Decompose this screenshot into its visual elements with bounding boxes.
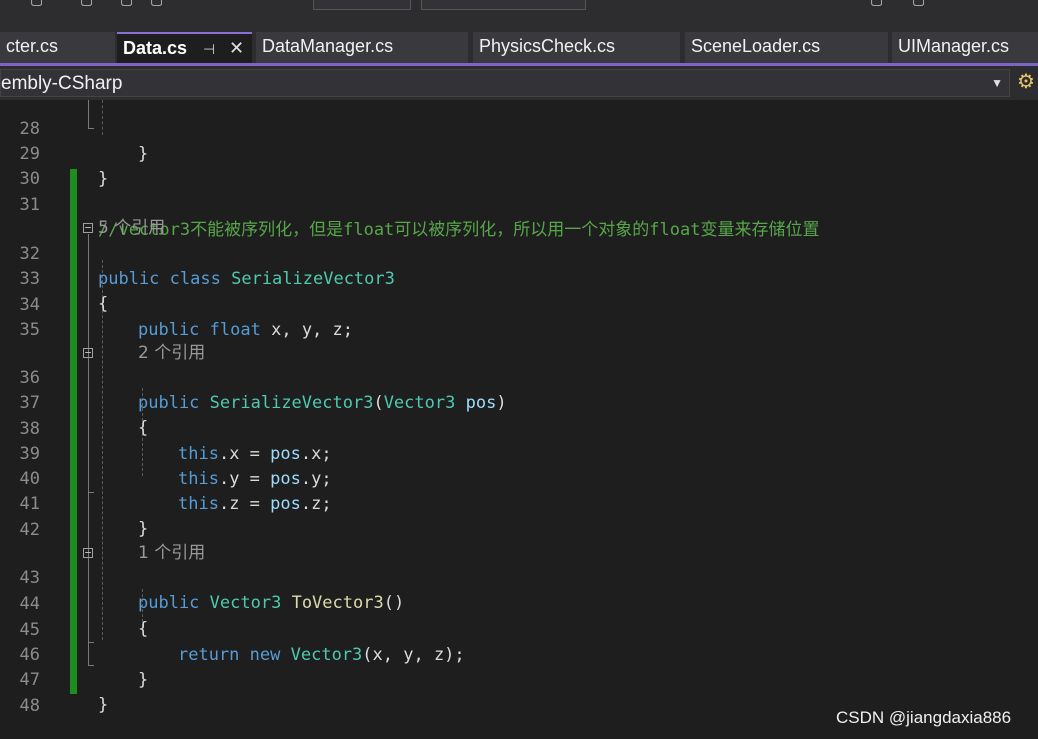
code-line[interactable]: 40 this.z = pos.z; (0, 442, 1038, 514)
tab-sceneloader[interactable]: SceneLoader.cs (685, 32, 888, 63)
tab-label: SceneLoader.cs (691, 36, 821, 56)
tab-label: cter.cs (6, 36, 59, 56)
code-line[interactable]: 37 { (0, 366, 1038, 438)
platform-dropdown[interactable] (421, 0, 586, 10)
navigation-bar: embly-CSharp ▼ ⚙ (0, 66, 1038, 100)
code-line[interactable]: 34 public float x, y, z; (0, 268, 1038, 340)
code-line[interactable]: 33 { (0, 242, 1038, 314)
toolbar: ▢ ▢ ▢ ▢ ▢ ▢ (0, 0, 1038, 10)
code-line[interactable]: 30 (0, 142, 1038, 189)
code-line[interactable]: 38 this.x = pos.x; (0, 392, 1038, 464)
code-editor[interactable]: − − − 28 } 29 } 30 31 //vector3不能被序列化，但是… (0, 100, 1038, 739)
tab-datamanager[interactable]: DataManager.cs (256, 32, 468, 63)
code-line[interactable]: 42 (0, 493, 1038, 540)
toolbar-icon[interactable]: ▢ (870, 0, 883, 8)
code-line[interactable]: 35 (0, 293, 1038, 340)
codelens-line[interactable]: 1 个引用 (0, 516, 1038, 563)
line-number: 48 (19, 696, 40, 716)
tab-label: Data.cs (123, 38, 188, 58)
code-text: } (98, 695, 109, 715)
close-icon[interactable]: ✕ (229, 34, 244, 63)
code-line[interactable]: 46 } (0, 618, 1038, 690)
code-line[interactable]: 45 return new Vector3(x, y, z); (0, 593, 1038, 665)
code-line[interactable]: 32 public class SerializeVector3 (0, 217, 1038, 289)
codelens-line[interactable]: 2 个引用 (0, 316, 1038, 363)
toolbar-icon[interactable]: ▢ (80, 0, 93, 8)
code-line[interactable]: 41 } (0, 467, 1038, 539)
code-line[interactable]: 31 //vector3不能被序列化，但是float可以被序列化，所以用一个对象… (0, 168, 1038, 240)
toolbar-icon[interactable]: ▢ (30, 0, 43, 8)
watermark: CSDN @jiangdaxia886 (836, 708, 1012, 727)
code-line[interactable]: 48 (0, 669, 1038, 716)
code-line[interactable]: 28 } (0, 100, 1038, 164)
tab-data[interactable]: Data.cs ⊣ ✕ (117, 32, 252, 63)
code-line[interactable]: 47 } (0, 643, 1038, 715)
project-name: embly-CSharp (1, 73, 123, 94)
code-line[interactable]: 39 this.y = pos.y; (0, 417, 1038, 489)
tab-physicscheck[interactable]: PhysicsCheck.cs (473, 32, 680, 63)
toolbar-icon[interactable]: ▢ (912, 0, 925, 8)
project-dropdown[interactable]: embly-CSharp ▼ (0, 69, 1010, 97)
save-all-icon[interactable]: ▢ (150, 0, 163, 8)
code-line[interactable]: 44 { (0, 567, 1038, 639)
tab-character[interactable]: cter.cs (0, 32, 115, 63)
tab-label: PhysicsCheck.cs (479, 36, 616, 56)
tab-label: UIManager.cs (898, 36, 1010, 56)
tab-uimanager[interactable]: UIManager.cs (892, 32, 1038, 63)
tab-label: DataManager.cs (262, 36, 394, 56)
save-icon[interactable]: ▢ (120, 0, 133, 8)
configuration-dropdown[interactable] (313, 0, 411, 10)
document-tab-strip: cter.cs Data.cs ⊣ ✕ DataManager.cs Physi… (0, 10, 1038, 63)
member-navigation-icon[interactable]: ⚙ (1014, 68, 1038, 96)
code-line[interactable]: 43 public Vector3 ToVector3() (0, 541, 1038, 613)
pin-icon[interactable]: ⊣ (203, 35, 215, 63)
chevron-down-icon[interactable]: ▼ (991, 76, 1003, 90)
code-line[interactable]: 36 public SerializeVector3(Vector3 pos) (0, 341, 1038, 413)
codelens-line[interactable]: 5 个引用 (0, 191, 1038, 238)
code-line[interactable]: 29 } (0, 117, 1038, 189)
